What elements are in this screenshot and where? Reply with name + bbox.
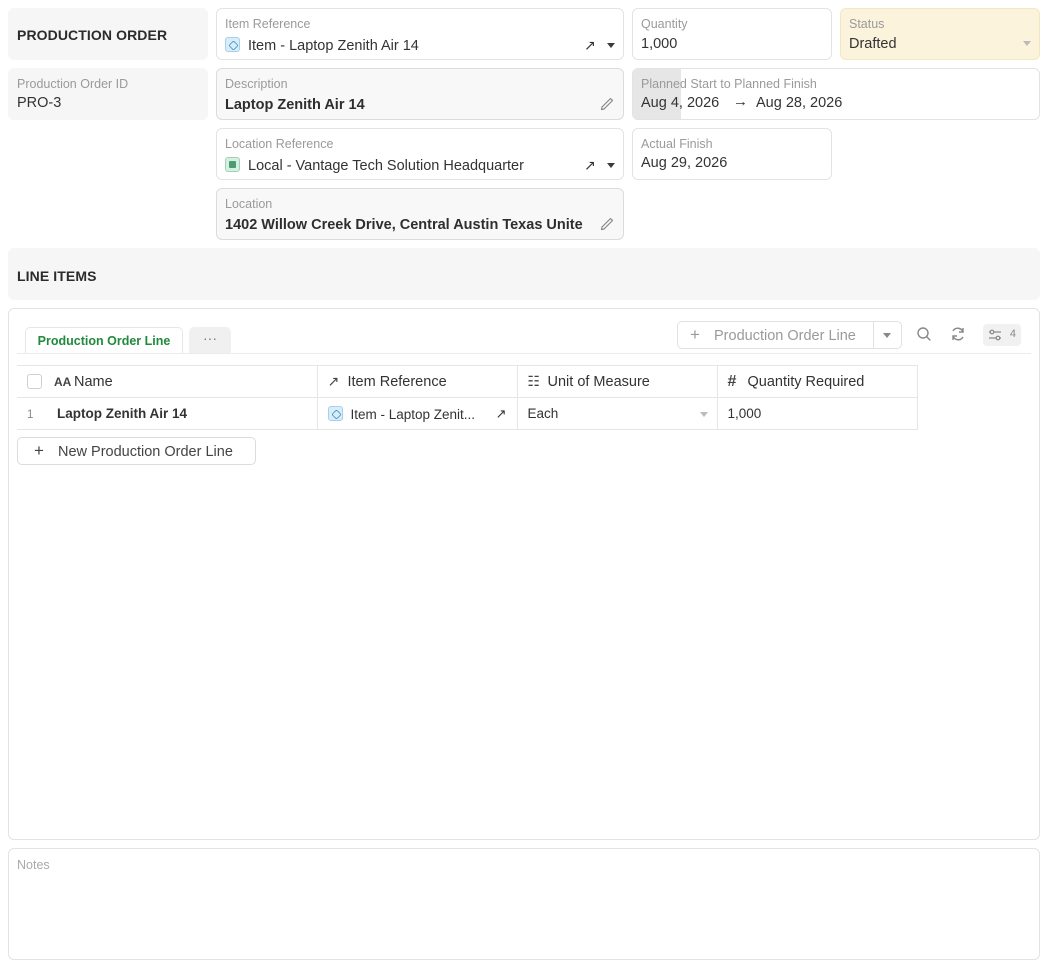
arrow-up-right-icon: ↗ bbox=[327, 373, 340, 389]
column-name-label: Name bbox=[74, 373, 113, 390]
item-reference-value: Item - Laptop Zenith Air 14 bbox=[225, 37, 419, 54]
location-label: Location bbox=[225, 197, 273, 211]
more-tabs-button[interactable]: ··· bbox=[189, 327, 231, 353]
item-box-icon bbox=[225, 37, 240, 52]
search-icon[interactable] bbox=[915, 325, 933, 343]
table-header-row: AA Name ↗ Item Reference ☷ Unit of Measure … bbox=[17, 365, 918, 398]
status-field[interactable]: Status Drafted bbox=[840, 8, 1040, 60]
item-reference-field[interactable]: Item Reference Item - Laptop Zenith Air … bbox=[216, 8, 624, 60]
page-title: PRODUCTION ORDER bbox=[17, 27, 168, 43]
hash-icon: # bbox=[727, 372, 737, 390]
open-link-icon[interactable]: ↗ bbox=[584, 37, 596, 54]
column-unit-of-measure-label: Unit of Measure bbox=[547, 374, 650, 390]
add-production-order-line-button[interactable]: + Production Order Line bbox=[677, 321, 902, 349]
quantity-field[interactable]: Quantity 1,000 bbox=[632, 8, 832, 60]
new-production-order-line-button[interactable]: + New Production Order Line bbox=[17, 437, 256, 465]
item-box-icon bbox=[327, 405, 343, 421]
text-type-icon: AA bbox=[54, 374, 72, 389]
production-order-header: PRODUCTION ORDER bbox=[8, 8, 208, 60]
column-quantity-required-label: Quantity Required bbox=[747, 373, 865, 390]
status-label: Status bbox=[849, 17, 885, 31]
column-name[interactable]: AA Name bbox=[17, 365, 318, 398]
row-item-reference-text: Item - Laptop Zenit... bbox=[350, 406, 476, 422]
arrow-right-icon: → bbox=[733, 93, 748, 110]
line-items-title: LINE ITEMS bbox=[17, 268, 97, 284]
filter-count: 4 bbox=[1009, 328, 1016, 340]
production-order-id-label: Production Order ID bbox=[17, 77, 129, 91]
table-row[interactable]: 1 Laptop Zenith Air 14 Item - Laptop Zeni… bbox=[17, 397, 918, 430]
notes-label: Notes bbox=[17, 858, 50, 872]
planned-finish-value[interactable]: Aug 28, 2026 bbox=[756, 95, 842, 111]
row-index: 1 bbox=[27, 409, 34, 421]
plus-icon: + bbox=[690, 325, 700, 344]
list-icon: ☷ bbox=[527, 373, 541, 389]
quantity-value: 1,000 bbox=[641, 36, 678, 52]
item-reference-label: Item Reference bbox=[225, 17, 311, 31]
quantity-label: Quantity bbox=[641, 17, 688, 31]
pencil-icon[interactable] bbox=[599, 216, 615, 232]
select-all-checkbox[interactable] bbox=[27, 373, 42, 389]
line-items-table: AA Name ↗ Item Reference ☷ Unit of Measure … bbox=[17, 365, 918, 430]
description-field[interactable]: Description Laptop Zenith Air 14 bbox=[216, 68, 624, 120]
chevron-down-icon[interactable] bbox=[1023, 41, 1031, 46]
add-button-label: Production Order Line bbox=[714, 328, 856, 344]
production-order-id-value: PRO-3 bbox=[17, 95, 62, 111]
column-unit-of-measure[interactable]: ☷ Unit of Measure bbox=[517, 365, 718, 398]
location-reference-value: Local - Vantage Tech Solution Headquarte… bbox=[225, 157, 524, 174]
actual-finish-label: Actual Finish bbox=[641, 137, 713, 151]
button-separator bbox=[873, 322, 874, 348]
actual-finish-value: Aug 29, 2026 bbox=[641, 155, 728, 171]
chevron-down-icon[interactable] bbox=[883, 333, 891, 338]
line-items-header: LINE ITEMS bbox=[8, 248, 1040, 300]
row-name-text: Laptop Zenith Air 14 bbox=[57, 406, 188, 421]
row-unit-of-measure-text: Each bbox=[527, 406, 559, 421]
chevron-down-icon[interactable] bbox=[699, 412, 708, 417]
cell-quantity-required[interactable]: 1,000 bbox=[717, 397, 918, 430]
filter-button[interactable]: 4 bbox=[983, 324, 1021, 346]
status-value: Drafted bbox=[849, 36, 897, 52]
chevron-down-icon[interactable] bbox=[607, 43, 615, 48]
sliders-icon bbox=[989, 329, 1001, 341]
new-line-label: New Production Order Line bbox=[58, 444, 233, 460]
cell-name[interactable]: 1 Laptop Zenith Air 14 bbox=[17, 397, 318, 430]
planned-dates-field[interactable]: Planned Start to Planned Finish Aug 4, 2… bbox=[632, 68, 1040, 120]
production-order-id-field: Production Order ID PRO-3 bbox=[8, 68, 208, 120]
location-reference-text: Local - Vantage Tech Solution Headquarte… bbox=[248, 158, 524, 174]
location-field[interactable]: Location 1402 Willow Creek Drive, Centra… bbox=[216, 188, 624, 240]
location-reference-field[interactable]: Location Reference Local - Vantage Tech … bbox=[216, 128, 624, 180]
item-reference-text: Item - Laptop Zenith Air 14 bbox=[248, 38, 419, 54]
row-quantity-required-text: 1,000 bbox=[727, 406, 762, 421]
tab-divider bbox=[17, 353, 1031, 354]
cell-unit-of-measure[interactable]: Each bbox=[517, 397, 718, 430]
plus-icon: + bbox=[34, 441, 44, 460]
column-quantity-required[interactable]: # Quantity Required bbox=[717, 365, 918, 398]
actual-finish-field[interactable]: Actual Finish Aug 29, 2026 bbox=[632, 128, 832, 180]
description-value: Laptop Zenith Air 14 bbox=[225, 97, 365, 113]
planned-dates-label: Planned Start to Planned Finish bbox=[641, 77, 817, 91]
cell-item-reference[interactable]: Item - Laptop Zenit... ↗ bbox=[317, 397, 518, 430]
pencil-icon[interactable] bbox=[599, 96, 615, 112]
location-value: 1402 Willow Creek Drive, Central Austin … bbox=[225, 217, 583, 233]
description-label: Description bbox=[225, 77, 288, 91]
column-item-reference-label: Item Reference bbox=[347, 374, 447, 390]
planned-start-value[interactable]: Aug 4, 2026 bbox=[641, 95, 719, 111]
building-icon bbox=[225, 157, 240, 172]
open-link-icon[interactable]: ↗ bbox=[584, 157, 596, 174]
location-reference-label: Location Reference bbox=[225, 137, 334, 151]
notes-field[interactable]: Notes bbox=[8, 848, 1040, 960]
tab-production-order-line[interactable]: Production Order Line bbox=[25, 327, 183, 353]
refresh-icon[interactable] bbox=[949, 325, 967, 343]
chevron-down-icon[interactable] bbox=[607, 163, 615, 168]
open-link-icon[interactable]: ↗ bbox=[496, 406, 507, 422]
line-items-panel: Production Order Line ··· + Production O… bbox=[8, 308, 1040, 840]
column-item-reference[interactable]: ↗ Item Reference bbox=[317, 365, 518, 398]
